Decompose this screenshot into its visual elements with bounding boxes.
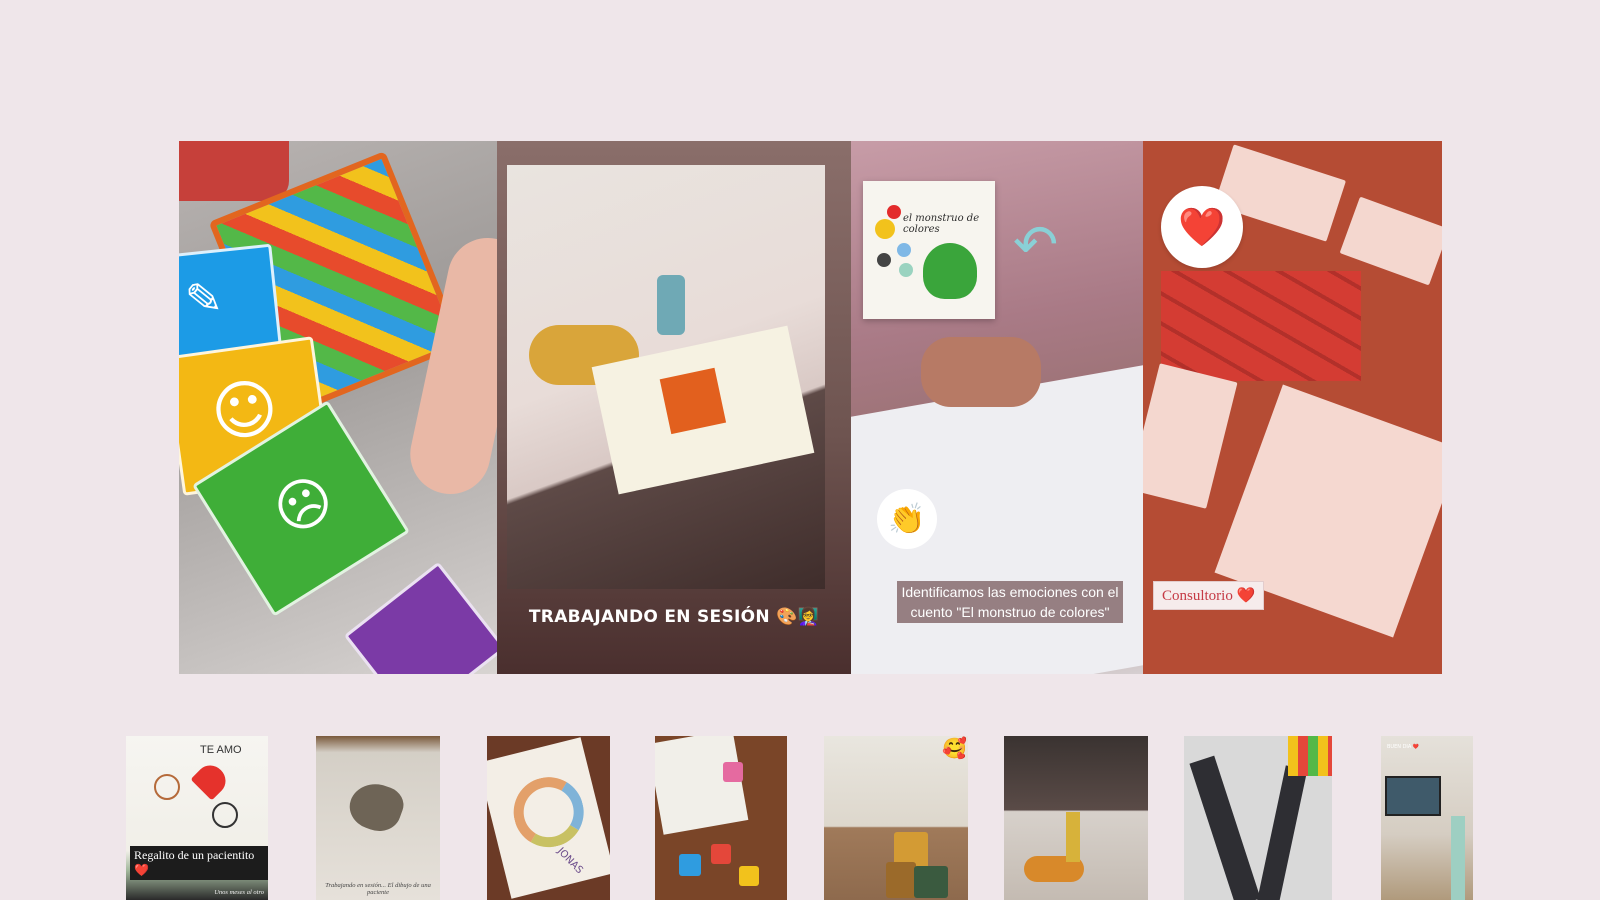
clap-emoji-sticker: 👏 (877, 489, 937, 549)
toy-giraffe (1066, 812, 1080, 862)
book-title: el monstruo de colores (903, 213, 980, 235)
toy-tray (179, 141, 289, 201)
emoji-sticker: 🥰 (942, 736, 967, 760)
thumbnail-bird-drawing[interactable]: Trabajando en sesión... El dibujo de una… (316, 736, 440, 900)
thumbnail-rainbow-drawing[interactable]: JONAS (487, 736, 610, 900)
thumbnail-tv-screen[interactable]: BUEN DIA ❤️ (1381, 736, 1473, 900)
story-caption: TRABAJANDO EN SESIÓN 🎨👩‍🏫 (528, 607, 820, 627)
heart-emoji-sticker: ❤️ (1161, 186, 1243, 268)
story-panel-painting[interactable]: TRABAJANDO EN SESIÓN 🎨👩‍🏫 (497, 141, 851, 674)
book-cover-sticker: el monstruo de colores (863, 181, 995, 319)
story-panel-consultorio[interactable]: ❤️ Consultorio ❤️ (1143, 141, 1442, 674)
face-icon: ☹ (262, 462, 347, 549)
red-memory-cards (1161, 271, 1361, 381)
tv-screen (1385, 776, 1441, 816)
thumbnail-subcaption: Trabajando en sesión... El dibujo de una… (325, 882, 431, 896)
paint-jar (657, 275, 685, 335)
story-thumbnails: TE AMO Regalito de un pacientito❤️ Unos … (0, 736, 1600, 900)
toy-blocks (1288, 736, 1332, 776)
paper (655, 736, 749, 835)
story-panel-board-game[interactable]: ✎ ☺ ☹ (179, 141, 497, 674)
foam-letter (679, 854, 701, 876)
toy-road (1189, 755, 1261, 900)
figure-drawing (154, 774, 180, 800)
emotion-card-purple (343, 561, 497, 674)
stacking-cup (886, 862, 916, 898)
thumbnail-gift-drawing[interactable]: TE AMO Regalito de un pacientito❤️ Unos … (126, 736, 268, 900)
story-caption: Identificamos las emociones con el cuent… (897, 581, 1123, 623)
child-hand-writing (921, 337, 1041, 407)
story-caption: Consultorio ❤️ (1153, 581, 1265, 610)
pencil-icon: ✎ (182, 272, 225, 327)
painted-house (659, 367, 727, 435)
painting-photo (507, 165, 825, 589)
foam-letter (711, 844, 731, 864)
drawing-text: JONAS (554, 845, 585, 877)
paper: JONAS (487, 737, 610, 899)
chair (1451, 816, 1465, 900)
thumbnail-toy-animals[interactable] (1004, 736, 1148, 900)
thumbnail-subcaption: Unos meses al otro (214, 889, 264, 896)
thumbnail-foam-letters[interactable] (655, 736, 787, 900)
story-collage: ✎ ☺ ☹ TRABAJANDO EN SESIÓN 🎨👩‍🏫 el monst… (179, 141, 1442, 674)
toy-road (1254, 765, 1308, 900)
bird-drawing (343, 776, 409, 838)
thumbnail-road-mat[interactable] (1184, 736, 1332, 900)
heart-drawing (190, 759, 232, 801)
thumbnail-stacking-cups[interactable]: 🥰 (824, 736, 968, 900)
thumbnail-caption: BUEN DIA ❤️ (1387, 744, 1420, 750)
tool-cards (1143, 363, 1238, 509)
foam-letter (723, 762, 743, 782)
drawing-text: TE AMO (200, 744, 242, 756)
curved-arrow-icon: ↶ (1013, 213, 1059, 276)
foam-letter (739, 866, 759, 886)
rainbow-drawing (506, 769, 592, 855)
figure-drawing (212, 802, 238, 828)
story-panel-monster-book[interactable]: el monstruo de colores ↶ 👏 Identificamos… (851, 141, 1143, 674)
thumbnail-caption: Regalito de un pacientito❤️ (130, 846, 268, 880)
stacking-cup (914, 866, 948, 898)
green-monster-illustration (923, 243, 977, 299)
